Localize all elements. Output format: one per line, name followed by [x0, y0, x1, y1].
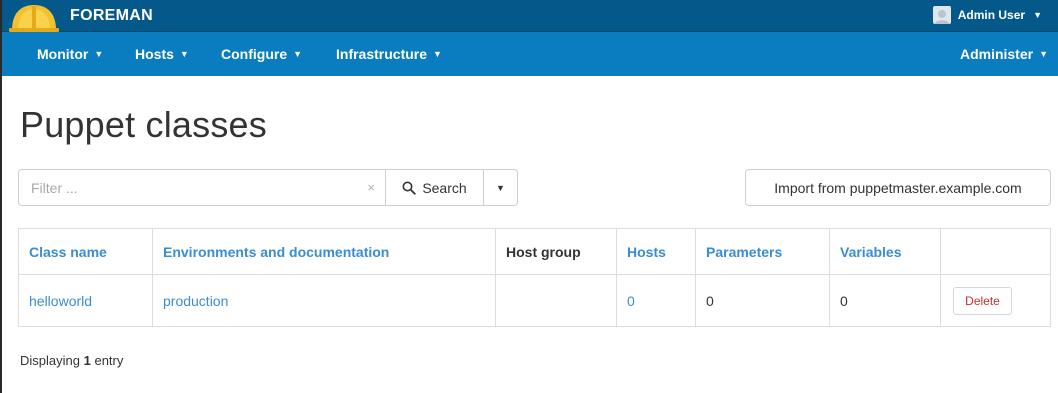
table-header-row: Class name Environments and documentatio…	[18, 228, 1051, 275]
foreman-helmet-logo[interactable]	[8, 2, 60, 32]
nav-monitor[interactable]: Monitor ▼	[37, 46, 103, 62]
th-variables[interactable]: Variables	[829, 228, 941, 275]
th-hosts[interactable]: Hosts	[616, 228, 696, 275]
nav-configure[interactable]: Configure ▼	[221, 46, 302, 62]
nav-hosts-label: Hosts	[135, 46, 174, 62]
table-row: helloworld production 0 0 0 Delete	[18, 274, 1051, 327]
app-frame: FOREMAN Admin User ▼ Monitor ▼ Hosts ▼ C…	[0, 0, 1058, 393]
chevron-down-icon: ▼	[293, 49, 303, 59]
user-menu[interactable]: Admin User ▼	[932, 6, 1042, 24]
cell-variables: 0	[829, 274, 941, 327]
nav-monitor-label: Monitor	[37, 46, 89, 62]
user-caret-icon: ▼	[1033, 10, 1042, 20]
clear-icon[interactable]: ×	[367, 180, 375, 195]
nav-hosts[interactable]: Hosts ▼	[135, 46, 189, 62]
caret-down-icon: ▼	[496, 182, 505, 193]
chevron-down-icon: ▼	[1039, 49, 1048, 59]
puppet-classes-table: Class name Environments and documentatio…	[18, 228, 1051, 327]
filter-box: ×	[18, 169, 386, 206]
filter-input[interactable]	[19, 170, 349, 205]
search-icon	[402, 181, 417, 195]
th-parameters[interactable]: Parameters	[695, 228, 830, 275]
page-title: Puppet classes	[20, 104, 267, 145]
search-group: × Search ▼	[18, 169, 518, 206]
search-dropdown-button[interactable]: ▼	[484, 169, 518, 206]
chevron-down-icon: ▼	[433, 49, 442, 59]
cell-class-name[interactable]: helloworld	[18, 274, 153, 327]
cell-actions: Delete	[940, 274, 1051, 327]
import-button[interactable]: Import from puppetmaster.example.com	[745, 169, 1051, 206]
search-button[interactable]: Search	[386, 169, 484, 206]
th-actions	[940, 228, 1051, 275]
nav-administer-label: Administer	[959, 46, 1034, 62]
cell-parameters: 0	[695, 274, 830, 327]
user-name: Admin User	[957, 8, 1026, 22]
nav-infrastructure-label: Infrastructure	[336, 46, 428, 62]
chevron-down-icon: ▼	[94, 49, 104, 59]
pagination-prefix: Displaying	[20, 353, 80, 368]
cell-environment[interactable]: production	[152, 274, 496, 327]
th-host-group: Host group	[495, 228, 617, 275]
brand-name[interactable]: FOREMAN	[70, 7, 153, 25]
cell-hosts[interactable]: 0	[616, 274, 696, 327]
user-avatar-icon	[932, 6, 951, 24]
cell-host-group	[495, 274, 617, 327]
main-nav: Monitor ▼ Hosts ▼ Configure ▼ Infrastruc…	[2, 32, 1058, 76]
chevron-down-icon: ▼	[179, 49, 189, 59]
th-environments[interactable]: Environments and documentation	[152, 228, 496, 275]
search-button-label: Search	[422, 179, 467, 196]
nav-administer[interactable]: Administer ▼	[960, 46, 1048, 62]
delete-button[interactable]: Delete	[953, 286, 1012, 315]
pagination-suffix: entry	[94, 353, 124, 368]
th-class-name[interactable]: Class name	[18, 228, 153, 275]
nav-infrastructure[interactable]: Infrastructure ▼	[336, 46, 442, 62]
nav-configure-label: Configure	[221, 46, 288, 62]
pagination-count: 1	[83, 353, 91, 368]
pagination-info: Displaying 1 entry	[20, 353, 123, 368]
top-header: FOREMAN Admin User ▼	[2, 0, 1058, 32]
